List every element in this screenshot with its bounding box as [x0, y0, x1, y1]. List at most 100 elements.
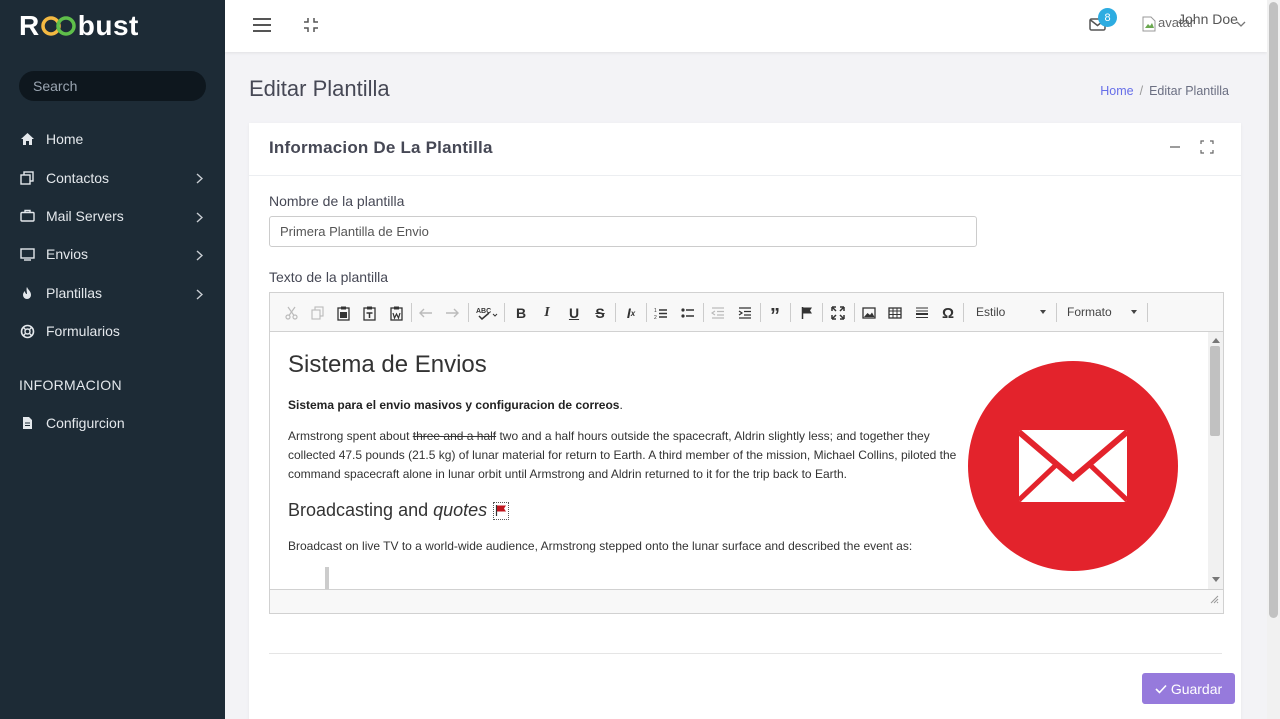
content-bold-line: Sistema para el envio masivos y configur…	[288, 398, 623, 412]
style-dropdown[interactable]: Estilo	[970, 301, 1050, 323]
chevron-right-icon	[196, 287, 204, 303]
anchor-flag-icon[interactable]	[493, 501, 510, 520]
numbered-list-icon[interactable]: 12	[652, 304, 670, 322]
brand-prefix: R	[19, 10, 40, 41]
special-char-omega-icon[interactable]: Ω	[939, 304, 957, 322]
format-dropdown[interactable]: Formato	[1061, 301, 1141, 323]
search-input[interactable]: Search	[19, 71, 206, 101]
sidebar-item-plantillas[interactable]: Plantillas	[0, 274, 225, 312]
editor-statusbar	[270, 589, 1223, 613]
document-icon	[19, 415, 35, 431]
save-button[interactable]: Guardar	[1142, 673, 1235, 704]
content-paragraph-2: Broadcast on live TV to a world-wide aud…	[288, 539, 913, 553]
anchor-flag-icon[interactable]	[798, 304, 816, 322]
paste-word-icon[interactable]	[387, 304, 405, 322]
lifebuoy-icon	[19, 323, 35, 339]
remove-format-icon[interactable]: Ix	[622, 304, 640, 322]
undo-icon[interactable]	[417, 304, 435, 322]
sidebar-item-label: Mail Servers	[46, 207, 124, 224]
sidebar-item-mail-servers[interactable]: Mail Servers	[0, 197, 225, 235]
breadcrumb-separator: /	[1139, 84, 1144, 98]
table-icon[interactable]	[886, 304, 904, 322]
chevron-down-icon	[1131, 310, 1137, 314]
maximize-icon[interactable]	[829, 304, 847, 322]
breadcrumb-current: Editar Plantilla	[1149, 84, 1229, 98]
breadcrumb-home-link[interactable]: Home	[1100, 84, 1133, 98]
scroll-up-icon[interactable]	[1212, 338, 1220, 343]
bold-icon[interactable]: B	[512, 304, 530, 322]
editor-scrollbar[interactable]	[1208, 332, 1223, 589]
horizontal-rule-icon[interactable]	[913, 304, 931, 322]
copy-icon	[19, 170, 35, 186]
paste-icon[interactable]	[334, 304, 352, 322]
blockquote-icon[interactable]: ”	[766, 304, 784, 326]
sidebar-item-label: Contactos	[46, 169, 110, 186]
resize-handle-icon[interactable]	[1210, 591, 1219, 609]
card-divider	[249, 175, 1241, 176]
monitor-icon	[19, 246, 35, 262]
toolbar-separator	[790, 303, 791, 322]
chevron-down-icon	[1040, 310, 1046, 314]
sidebar-item-contactos[interactable]: Contactos	[0, 158, 225, 196]
sidebar-item-label: Envios	[46, 246, 89, 263]
compress-screen-icon[interactable]	[303, 17, 319, 38]
image-icon[interactable]	[860, 304, 878, 322]
toolbar-separator	[615, 303, 616, 322]
toolbar-separator	[504, 303, 505, 322]
sidebar-item-label: Formularios	[46, 323, 120, 340]
template-text-label: Texto de la plantilla	[269, 269, 389, 285]
sidebar-item-configuracion[interactable]: Configurcion	[0, 404, 225, 442]
spellcheck-icon[interactable]: ABC	[475, 304, 499, 322]
toolbar-separator	[760, 303, 761, 322]
cut-icon[interactable]	[282, 304, 300, 322]
toolbar-separator	[1056, 303, 1057, 322]
toolbar-separator	[411, 303, 412, 322]
avatar[interactable]	[1140, 15, 1158, 33]
svg-text:2: 2	[654, 315, 657, 320]
page-scrollbar-thumb[interactable]	[1269, 2, 1278, 618]
sidebar-item-formularios[interactable]: Formularios	[0, 312, 225, 350]
editor-content-area[interactable]: Sistema de Envios Sistema para el envio …	[270, 332, 1223, 589]
indent-icon[interactable]	[736, 304, 754, 322]
editor-scrollbar-thumb[interactable]	[1210, 346, 1220, 436]
minimize-icon[interactable]	[1169, 140, 1181, 158]
card-title: Informacion De La Plantilla	[269, 138, 493, 157]
paste-text-icon[interactable]	[360, 304, 378, 322]
outdent-icon[interactable]	[709, 304, 727, 322]
toolbar-separator	[822, 303, 823, 322]
topbar: 8 avatar John Doe	[225, 0, 1267, 52]
username[interactable]: John Doe	[1178, 11, 1238, 27]
fire-icon	[19, 285, 35, 301]
expand-icon[interactable]	[1200, 140, 1214, 159]
blockquote-bar	[325, 567, 329, 589]
underline-icon[interactable]: U	[565, 304, 583, 322]
template-card: Informacion De La Plantilla Nombre de la…	[249, 123, 1241, 719]
style-dropdown-label: Estilo	[976, 305, 1006, 319]
scroll-down-icon[interactable]	[1212, 577, 1220, 582]
save-button-label: Guardar	[1170, 680, 1223, 697]
bulleted-list-icon[interactable]	[679, 304, 697, 322]
briefcase-icon	[19, 208, 35, 224]
content-subheading-text: Broadcasting and	[288, 500, 429, 520]
toolbar-separator	[646, 303, 647, 322]
copy-icon[interactable]	[308, 304, 326, 322]
sidebar: R bust Search Home Contactos Mail Server…	[0, 0, 225, 719]
breadcrumb: Home / Editar Plantilla	[1100, 84, 1229, 98]
italic-icon[interactable]: I	[538, 304, 556, 322]
template-name-input[interactable]: Primera Plantilla de Envio	[269, 216, 977, 247]
hamburger-menu-icon[interactable]	[252, 17, 272, 38]
content-bold-suffix: .	[619, 398, 623, 412]
toolbar-separator	[854, 303, 855, 322]
content-para-lead: Armstrong spent about	[288, 429, 413, 443]
sidebar-item-home[interactable]: Home	[0, 120, 225, 158]
chevron-down-icon[interactable]	[1236, 15, 1246, 33]
content-subheading-italic: quotes	[433, 500, 488, 520]
chevron-right-icon	[196, 171, 204, 187]
mail-envelope-image[interactable]	[967, 360, 1179, 577]
redo-icon[interactable]	[443, 304, 461, 322]
sidebar-item-envios[interactable]: Envios	[0, 235, 225, 273]
template-name-label: Nombre de la plantilla	[269, 193, 405, 209]
page-scrollbar[interactable]	[1267, 0, 1280, 719]
strikethrough-icon[interactable]: S	[591, 304, 609, 322]
brand-logo[interactable]: R bust	[0, 0, 225, 52]
